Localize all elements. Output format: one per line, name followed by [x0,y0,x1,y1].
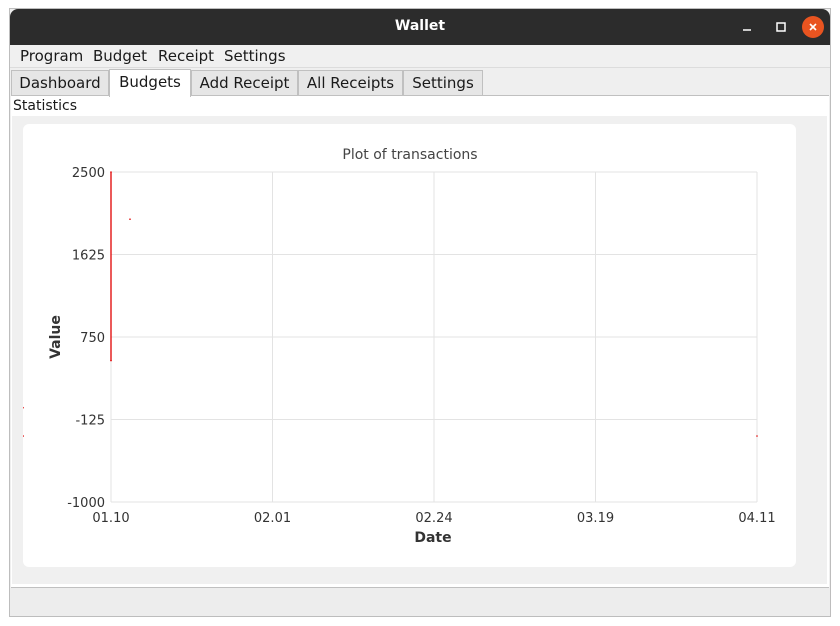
menu-settings[interactable]: Settings [224,47,286,65]
menu-program[interactable]: Program [20,47,83,65]
x-tick-labels: 01.10 02.01 02.24 03.19 04.11 [92,511,775,526]
budgets-pane: Statistics Plot of transactions 2500 1625… [11,95,829,588]
maximize-button[interactable] [770,16,792,38]
menu-receipt[interactable]: Receipt [158,47,214,65]
title-bar[interactable]: Wallet [10,9,830,45]
y-tick-label: -1000 [67,496,105,511]
tab-all-receipts[interactable]: All Receipts [298,70,403,95]
status-bar [10,588,830,616]
close-icon [809,23,817,31]
close-button[interactable] [802,16,824,38]
menu-budget[interactable]: Budget [93,47,147,65]
y-tick-label: 2500 [72,166,105,181]
window-title: Wallet [394,18,446,34]
menu-bar: Program Budget Receipt Settings [10,45,830,68]
transactions-chart: Plot of transactions 2500 1625 750 -125 -100… [22,147,776,546]
app-window: Wallet Program Budget Receipt Settings D… [9,8,831,617]
data-point [22,435,24,437]
y-axis-label: Value [48,315,64,359]
x-tick-label: 03.19 [577,511,614,526]
maximize-icon [776,22,786,32]
minimize-button[interactable] [736,16,758,38]
y-tick-label: 750 [80,331,105,346]
y-tick-labels: 2500 1625 750 -125 -1000 [67,166,105,511]
tab-budgets[interactable]: Budgets [109,69,191,97]
tab-dashboard[interactable]: Dashboard [11,70,109,95]
data-point [110,359,112,362]
data-point [129,218,131,220]
x-tick-label: 02.24 [415,511,452,526]
y-tick-label: 1625 [72,249,105,264]
statistics-label: Statistics [13,98,77,114]
x-tick-label: 01.10 [92,511,129,526]
tab-add-receipt[interactable]: Add Receipt [191,70,298,95]
minimize-icon [743,29,751,31]
data-point [22,406,24,409]
x-tick-label: 02.01 [254,511,291,526]
chart-card: Plot of transactions 2500 1625 750 -125 -100… [22,124,796,567]
x-axis-label: Date [414,530,451,546]
data-point [756,435,758,437]
chart-grid [110,171,758,503]
chart-title: Plot of transactions [342,147,477,163]
y-tick-label: -125 [75,414,105,429]
tab-settings[interactable]: Settings [403,70,483,95]
chart-area: Plot of transactions 2500 1625 750 -125 -100… [12,116,827,584]
x-tick-label: 04.11 [738,511,775,526]
tab-bar: Dashboard Budgets Add Receipt All Receip… [10,69,830,97]
data-point [110,171,112,173]
